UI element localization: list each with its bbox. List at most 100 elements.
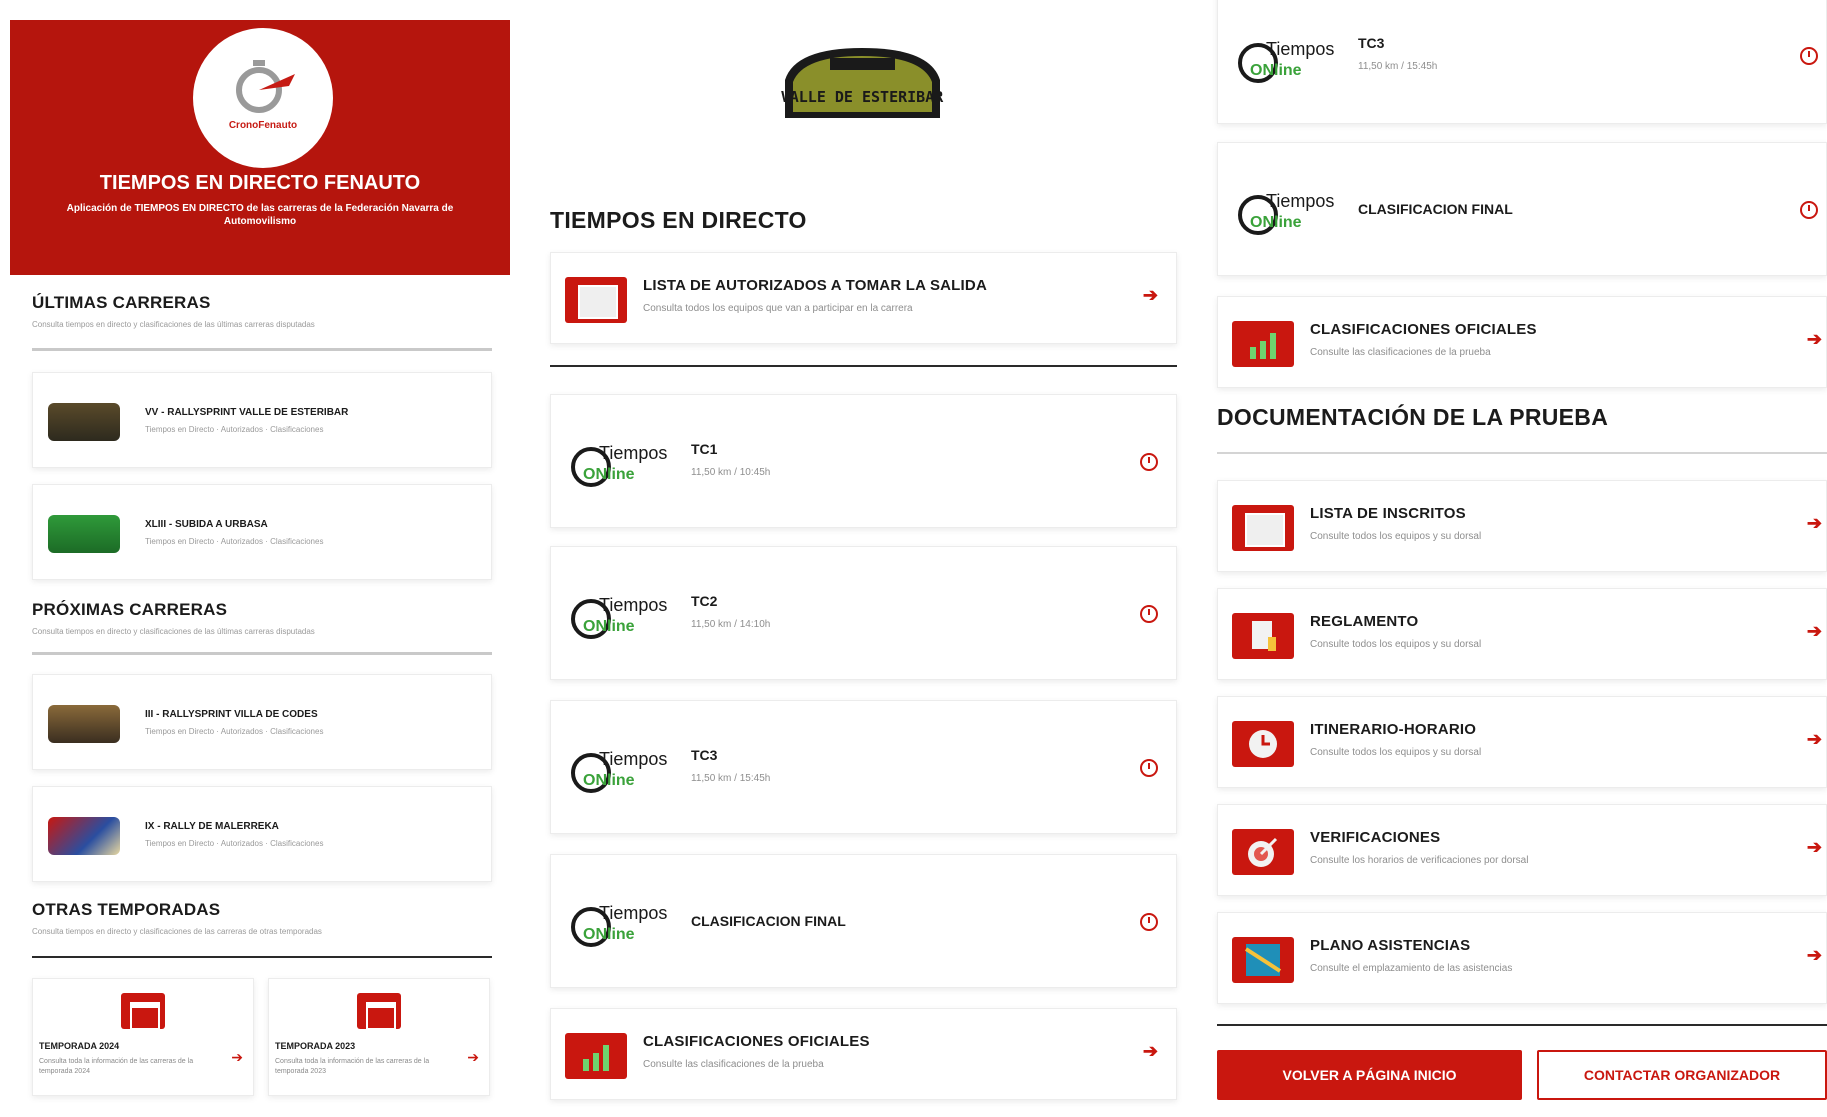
card-subtitle: Consulte las clasificaciones de la prueb…	[1310, 347, 1491, 358]
svg-text:ONline: ONline	[583, 926, 635, 943]
app-subtitle: Aplicación de TIEMPOS EN DIRECTO de las …	[66, 203, 454, 227]
clock-icon	[1140, 605, 1158, 623]
card-title: LISTA DE INSCRITOS	[1310, 505, 1466, 522]
race-card[interactable]: III - RALLYSPRINT VILLA DE CODES Tiempos…	[32, 674, 492, 770]
tiempos-online-logo: Tiempos ONline	[571, 903, 667, 947]
arrow-right-icon: ➔	[1806, 945, 1822, 965]
divider	[32, 348, 492, 351]
divider	[1217, 452, 1827, 454]
doc-card-asistencias[interactable]: PLANO ASISTENCIAS Consulte el emplazamie…	[1217, 912, 1827, 1004]
arrow-right-icon: ➔	[1806, 837, 1822, 857]
card-title: CLASIFICACIONES OFICIALES	[643, 1033, 870, 1050]
svg-text:Tiempos: Tiempos	[1266, 191, 1334, 211]
clock-icon	[1140, 913, 1158, 931]
race-card[interactable]: IX - RALLY DE MALERREKA Tiempos en Direc…	[32, 786, 492, 882]
back-home-button[interactable]: VOLVER A PÁGINA INICIO	[1217, 1050, 1522, 1100]
card-subtitle: Consulte todos los equipos y su dorsal	[1310, 747, 1482, 758]
race-card[interactable]: VV - RALLYSPRINT VALLE DE ESTERIBAR Tiem…	[32, 372, 492, 468]
doc-card-inscritos[interactable]: LISTA DE INSCRITOS Consulte todos los eq…	[1217, 480, 1827, 572]
tiempos-online-logo: Tiempos ONline	[1238, 39, 1334, 83]
svg-text:Tiempos: Tiempos	[1266, 39, 1334, 59]
stopwatch-icon	[236, 60, 295, 113]
fenauto-home-panel: CronoFenauto TIEMPOS EN DIRECTO FENAUTO …	[10, 0, 510, 1117]
card-title: LISTA DE AUTORIZADOS A TOMAR LA SALIDA	[643, 277, 987, 294]
card-subtitle: Consulte el emplazamiento de las asisten…	[1310, 963, 1513, 974]
stage-label: TC3	[1358, 35, 1385, 51]
final-classification-card[interactable]: Tiempos ONline CLASIFICACION FINAL	[550, 854, 1177, 988]
season-subtitle: Consulta toda la información de las carr…	[39, 1058, 194, 1075]
arrow-right-icon: ➔	[1806, 329, 1822, 349]
contact-organizer-button[interactable]: CONTACTAR ORGANIZADOR	[1537, 1050, 1827, 1100]
season-card-2024[interactable]: TEMPORADA 2024 Consulta toda la informac…	[32, 978, 254, 1096]
card-title: ITINERARIO-HORARIO	[1310, 721, 1477, 738]
oficiales-card[interactable]: CLASIFICACIONES OFICIALES Consulte las c…	[550, 1008, 1177, 1100]
clock-icon	[1232, 721, 1294, 767]
race-name: XLIII - SUBIDA A URBASA	[145, 519, 268, 530]
stage-label: CLASIFICACION FINAL	[691, 913, 846, 929]
card-title: VERIFICACIONES	[1310, 829, 1441, 846]
card-subtitle: Consulta todos los equipos que van a par…	[643, 303, 913, 314]
tiempos-online-logo: Tiempos ONline	[571, 749, 667, 793]
event-live-panel: VALLE DE ESTERIBAR TIEMPOS EN DIRECTO LI…	[550, 0, 1177, 1117]
stage-card-tc3[interactable]: Tiempos ONline TC3 11,50 km / 15:45h	[550, 700, 1177, 834]
race-card[interactable]: XLIII - SUBIDA A URBASA Tiempos en Direc…	[32, 484, 492, 580]
season-card-2023[interactable]: TEMPORADA 2023 Consulta toda la informac…	[268, 978, 490, 1096]
logo-wordmark: CronoFenauto	[228, 120, 298, 131]
event-docs-panel: Tiempos ONline TC3 11,50 km / 15:45h Tie…	[1217, 0, 1827, 1117]
stage-label: TC1	[691, 441, 718, 457]
clock-icon	[1140, 759, 1158, 777]
map-icon	[1232, 937, 1294, 983]
doc-card-verificaciones[interactable]: VERIFICACIONES Consulte los horarios de …	[1217, 804, 1827, 896]
svg-text:ONline: ONline	[583, 772, 635, 789]
card-title: CLASIFICACIONES OFICIALES	[1310, 321, 1537, 338]
stage-card-tc3[interactable]: Tiempos ONline TC3 11,50 km / 15:45h	[1217, 0, 1827, 124]
race-name: III - RALLYSPRINT VILLA DE CODES	[145, 709, 318, 720]
clock-icon	[1800, 47, 1818, 65]
card-subtitle: Consulte todos los equipos y su dorsal	[1310, 531, 1482, 542]
autorizados-card[interactable]: LISTA DE AUTORIZADOS A TOMAR LA SALIDA C…	[550, 252, 1177, 344]
tiempos-online-logo: Tiempos ONline	[571, 443, 667, 487]
bar-chart-icon	[565, 1033, 627, 1079]
race-logo	[48, 515, 120, 553]
hero-banner: CronoFenauto TIEMPOS EN DIRECTO FENAUTO …	[10, 20, 510, 275]
section-title-live: TIEMPOS EN DIRECTO	[550, 207, 807, 233]
stage-card-tc2[interactable]: Tiempos ONline TC2 11,50 km / 14:10h	[550, 546, 1177, 680]
season-title: TEMPORADA 2024	[39, 1041, 120, 1051]
list-icon	[1232, 505, 1294, 551]
doc-card-reglamento[interactable]: REGLAMENTO Consulte todos los equipos y …	[1217, 588, 1827, 680]
divider	[550, 365, 1177, 367]
svg-text:ONline: ONline	[1250, 214, 1302, 231]
race-links: Tiempos en Directo · Autorizados · Clasi…	[145, 425, 324, 434]
race-logo	[48, 403, 120, 441]
final-classification-card[interactable]: Tiempos ONline CLASIFICACION FINAL	[1217, 142, 1827, 276]
tiempos-online-logo: Tiempos ONline	[571, 595, 667, 639]
section-subtitle-otras: Consulta tiempos en directo y clasificac…	[32, 927, 322, 936]
race-links: Tiempos en Directo · Autorizados · Clasi…	[145, 537, 324, 546]
svg-text:ONline: ONline	[583, 466, 635, 483]
race-links: Tiempos en Directo · Autorizados · Clasi…	[145, 839, 324, 848]
stage-label: TC2	[691, 593, 718, 609]
arrow-right-icon: ➔	[1806, 621, 1822, 641]
stage-label: TC3	[691, 747, 718, 763]
card-subtitle: Consulte los horarios de verificaciones …	[1310, 855, 1529, 866]
arrow-right-icon: ➔	[1142, 1041, 1158, 1061]
event-logo: VALLE DE ESTERIBAR	[781, 48, 944, 118]
section-subtitle-proximas: Consulta tiempos en directo y clasificac…	[32, 627, 315, 636]
svg-text:Tiempos: Tiempos	[599, 443, 667, 463]
stage-distance: 11,50 km / 14:10h	[691, 619, 771, 630]
stage-distance: 11,50 km / 10:45h	[691, 467, 771, 478]
stage-distance: 11,50 km / 15:45h	[691, 773, 771, 784]
oficiales-card[interactable]: CLASIFICACIONES OFICIALES Consulte las c…	[1217, 296, 1827, 388]
doc-card-itinerario[interactable]: ITINERARIO-HORARIO Consulte todos los eq…	[1217, 696, 1827, 788]
svg-text:Tiempos: Tiempos	[599, 595, 667, 615]
card-subtitle: Consulte las clasificaciones de la prueb…	[643, 1059, 824, 1070]
target-icon	[1232, 829, 1294, 875]
stage-label: CLASIFICACION FINAL	[1358, 201, 1513, 217]
divider	[32, 956, 492, 958]
race-name: IX - RALLY DE MALERREKA	[145, 821, 279, 832]
race-logo	[48, 817, 120, 855]
arrow-right-icon: ➔	[467, 1049, 479, 1065]
season-title: TEMPORADA 2023	[275, 1041, 356, 1051]
stage-card-tc1[interactable]: Tiempos ONline TC1 11,50 km / 10:45h	[550, 394, 1177, 528]
tiempos-online-logo: Tiempos ONline	[1238, 191, 1334, 235]
